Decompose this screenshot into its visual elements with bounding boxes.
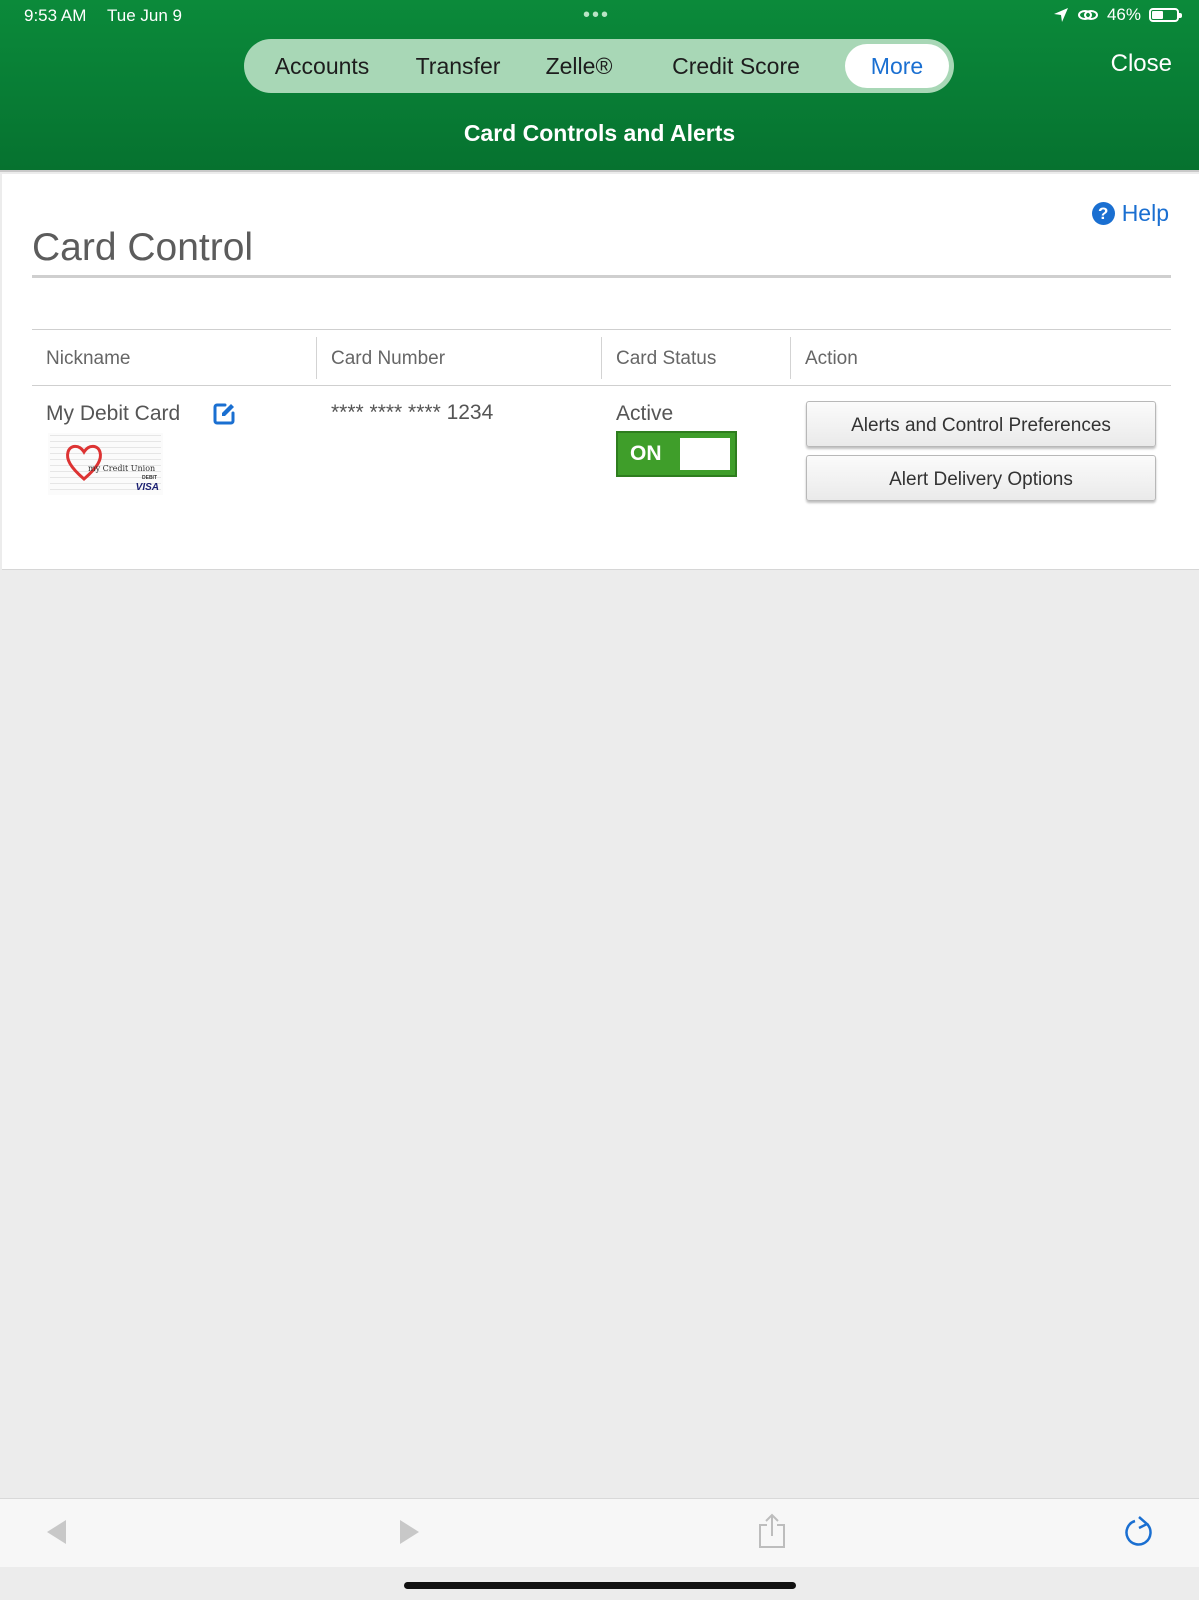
home-indicator[interactable] [404, 1582, 796, 1589]
column-separator [601, 337, 602, 379]
battery-percent: 46% [1106, 5, 1141, 24]
header-card-status: Card Status [616, 348, 717, 369]
toggle-knob [680, 438, 730, 470]
tab-zelle[interactable]: Zelle® [534, 39, 624, 93]
back-arrow-icon[interactable] [44, 1517, 68, 1547]
tab-transfer[interactable]: Transfer [404, 39, 512, 93]
card-number: **** **** **** 1234 [331, 401, 494, 424]
toggle-label: ON [630, 442, 662, 465]
column-separator [790, 337, 791, 379]
column-separator [316, 337, 317, 379]
browser-toolbar [0, 1498, 1199, 1567]
card-thumbnail: my Credit Union DEBIT VISA [48, 433, 163, 495]
alert-delivery-options-button[interactable]: Alert Delivery Options [806, 455, 1156, 501]
battery-level [1152, 11, 1163, 19]
divider [32, 275, 1171, 278]
close-button[interactable]: Close [1111, 50, 1172, 78]
app-header: 9:53 AM Tue Jun 9 ••• 46% Accounts Trans… [0, 0, 1199, 172]
status-indicators: 46% [1053, 5, 1182, 25]
status-date: Tue Jun 9 [107, 6, 182, 25]
tab-accounts[interactable]: Accounts [258, 39, 386, 93]
multitasking-dots-icon[interactable]: ••• [583, 4, 610, 27]
status-bar: 9:53 AM Tue Jun 9 ••• 46% [0, 0, 1199, 32]
card-nickname: My Debit Card [46, 402, 181, 425]
card-control-panel: ? Help Card Control Nickname Card Number… [2, 174, 1199, 570]
forward-arrow-icon[interactable] [398, 1517, 422, 1547]
header-nickname: Nickname [46, 348, 131, 369]
status-time: 9:53 AM [24, 6, 87, 25]
header-action: Action [805, 348, 858, 369]
card-on-off-toggle[interactable]: ON [616, 431, 737, 477]
reload-icon[interactable] [1123, 1515, 1155, 1549]
table-header-border [32, 385, 1171, 386]
visa-logo: VISA [135, 482, 159, 493]
share-icon[interactable] [757, 1513, 787, 1549]
card-status: Active [616, 402, 674, 425]
card-caption: my Credit Union [88, 464, 156, 473]
page-subtitle: Card Controls and Alerts [463, 120, 736, 146]
edit-nickname-icon[interactable] [212, 402, 236, 426]
section-title: Card Control [32, 226, 254, 269]
tab-more[interactable]: More [845, 44, 949, 88]
heart-logo-icon [66, 444, 102, 481]
help-question-icon: ? [1091, 202, 1115, 225]
help-link[interactable]: ? Help [1091, 200, 1169, 227]
nav-tab-bar: Accounts Transfer Zelle® Credit Score Mo… [244, 39, 954, 93]
battery-icon [1149, 8, 1182, 22]
card-type: DEBIT [142, 475, 157, 481]
header-card-number: Card Number [331, 348, 446, 369]
alerts-control-preferences-button[interactable]: Alerts and Control Preferences [806, 401, 1156, 447]
tab-credit-score[interactable]: Credit Score [654, 39, 818, 93]
table-border [32, 329, 1171, 330]
link-icon [1077, 10, 1098, 20]
location-arrow-icon [1053, 8, 1068, 22]
help-label: Help [1121, 200, 1169, 226]
